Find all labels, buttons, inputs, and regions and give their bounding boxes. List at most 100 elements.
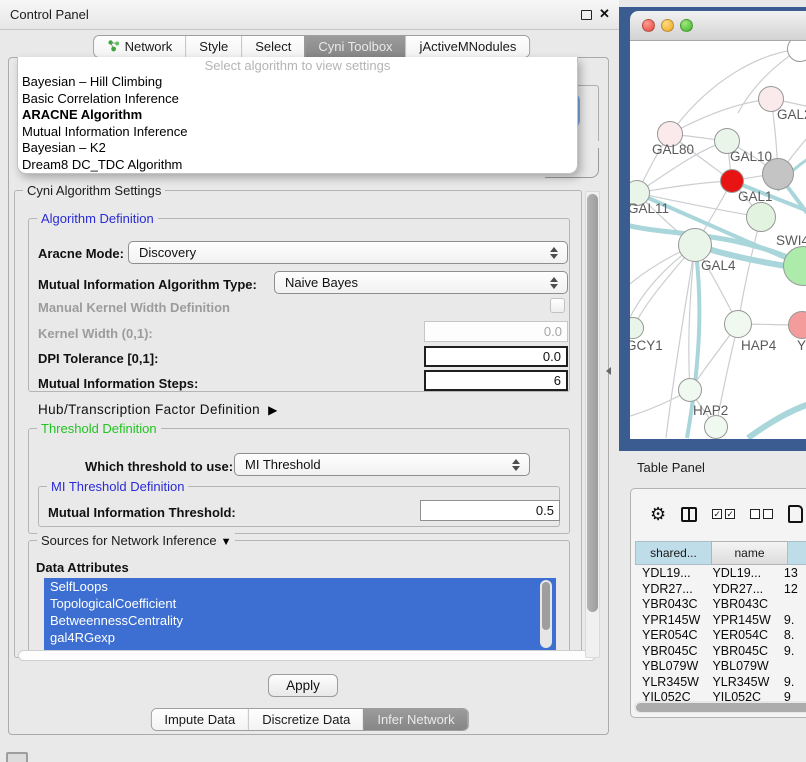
scrollbar-thumb[interactable]: [587, 194, 598, 612]
tab-network[interactable]: Network: [94, 36, 186, 57]
group-title: Algorithm Definition: [37, 211, 158, 226]
table-row[interactable]: YBL079WYBL079W: [635, 659, 806, 675]
sources-legend[interactable]: Sources for Network Inference▼: [37, 533, 235, 548]
node-label: GCY1: [630, 338, 663, 353]
settings-horizontal-scrollbar[interactable]: [18, 650, 596, 661]
network-node-hap2[interactable]: [678, 378, 702, 402]
data-attributes-label: Data Attributes: [36, 560, 129, 575]
column-header[interactable]: A: [787, 541, 806, 565]
table-cell: YBR045C: [705, 644, 775, 660]
network-node-hap4[interactable]: [724, 310, 752, 338]
new-table-icon[interactable]: [788, 505, 803, 523]
node-label: GAL80: [652, 142, 694, 157]
algorithm-option[interactable]: Bayesian – Hill Climbing: [18, 74, 577, 91]
spinner-arrows-icon: [512, 458, 520, 472]
attribute-item[interactable]: BetweennessCentrality: [44, 612, 556, 629]
scrollbar-thumb[interactable]: [636, 703, 806, 712]
which-threshold-label: Which threshold to use:: [85, 459, 233, 474]
table-panel: ⚙ ✓✓ shared...nameA YDL19...YDL19...13YD…: [630, 488, 806, 718]
network-node[interactable]: [762, 158, 794, 190]
table-row[interactable]: YDR27...YDR27...12: [635, 582, 806, 598]
table-cell: 9.: [776, 644, 806, 660]
bottom-left-partial-icon[interactable]: [6, 752, 28, 762]
table-cell: YBR043C: [705, 597, 775, 613]
settings-vertical-scrollbar[interactable]: [585, 191, 600, 658]
unchecked-box-icon: [763, 509, 773, 519]
table-cell: YBL079W: [635, 659, 705, 675]
aracne-mode-combo[interactable]: Discovery: [128, 241, 568, 264]
collapse-arrow-icon: ▼: [221, 536, 232, 548]
column-header[interactable]: name: [711, 541, 788, 565]
tab-cyni-toolbox[interactable]: Cyni Toolbox: [304, 36, 405, 57]
group-title: Threshold Definition: [37, 421, 161, 436]
gear-icon[interactable]: ⚙: [650, 505, 666, 523]
bottom-tab-strip: Impute Data Discretize Data Infer Networ…: [150, 708, 468, 731]
algorithm-option[interactable]: Basic Correlation Inference: [18, 91, 577, 108]
apply-button[interactable]: Apply: [268, 674, 338, 697]
algorithm-option[interactable]: Dream8 DC_TDC Algorithm: [18, 157, 577, 174]
algorithm-option[interactable]: Bayesian – K2: [18, 140, 577, 157]
table-cell: YPR145W: [705, 613, 775, 629]
tab-impute-data[interactable]: Impute Data: [151, 709, 248, 730]
tab-label: Select: [255, 39, 291, 54]
table-row[interactable]: YBR045CYBR045C9.: [635, 644, 806, 660]
table-row[interactable]: YDL19...YDL19...13: [635, 566, 806, 582]
spinner-arrows-icon: [550, 276, 558, 290]
close-icon[interactable]: ✕: [599, 6, 610, 22]
combo-value: Discovery: [139, 245, 196, 260]
network-node-gal4[interactable]: [678, 228, 712, 262]
table-cell: YER054C: [705, 628, 775, 644]
tab-style[interactable]: Style: [185, 36, 241, 57]
algorithm-placeholder: Select algorithm to view settings: [18, 58, 577, 74]
checked-box-icon: ✓: [725, 509, 735, 519]
node-label: GAL2: [777, 107, 806, 122]
network-node-swi4[interactable]: [746, 202, 776, 232]
attribute-item[interactable]: SelfLoops: [44, 578, 556, 595]
network-canvas[interactable]: GAL2GAL80GAL10GAL1GAL11SWI4GAL4GCY1HAP4Y…: [630, 41, 806, 439]
kernel-width-label: Kernel Width (0,1):: [38, 326, 153, 341]
top-tab-strip: Network Style Select Cyni Toolbox jActiv…: [93, 35, 531, 58]
column-header[interactable]: shared...: [635, 541, 712, 565]
tab-select[interactable]: Select: [241, 36, 304, 57]
dpi-tolerance-field[interactable]: 0.0: [424, 346, 568, 367]
tab-label: jActiveMNodules: [420, 39, 517, 54]
node-label: GAL1: [738, 189, 773, 204]
table-rows: YDL19...YDL19...13YDR27...YDR27...12YBR0…: [635, 566, 806, 706]
select-all-checks-icon[interactable]: ✓✓: [712, 509, 735, 519]
right-region: GAL2GAL80GAL10GAL1GAL11SWI4GAL4GCY1HAP4Y…: [619, 0, 806, 762]
mi-threshold-label: Mutual Information Threshold:: [48, 505, 236, 520]
float-window-icon[interactable]: [581, 10, 592, 20]
deselect-all-checks-icon[interactable]: [750, 509, 773, 519]
network-window-titlebar[interactable]: [630, 11, 806, 41]
algorithm-option[interactable]: Mutual Information Inference: [18, 124, 577, 141]
table-cell: YBR043C: [635, 597, 705, 613]
attribute-item[interactable]: gal4RGexp: [44, 629, 556, 646]
attributes-scrollbar[interactable]: [540, 580, 552, 648]
table-horizontal-scrollbar[interactable]: [634, 701, 806, 713]
table-row[interactable]: YLR345WYLR345W9.: [635, 675, 806, 691]
algorithm-option[interactable]: ARACNE Algorithm: [18, 107, 577, 124]
tab-infer-network[interactable]: Infer Network: [363, 709, 467, 730]
split-columns-icon[interactable]: [681, 507, 697, 522]
manual-kernel-checkbox[interactable]: [550, 298, 565, 313]
table-row[interactable]: YPR145WYPR145W9.: [635, 613, 806, 629]
mi-type-combo[interactable]: Naive Bayes: [274, 271, 568, 294]
table-cell: YBL079W: [705, 659, 775, 675]
close-traffic-light[interactable]: [642, 19, 655, 32]
mi-steps-field[interactable]: 6: [424, 370, 568, 391]
zoom-traffic-light[interactable]: [680, 19, 693, 32]
attribute-item[interactable]: TopologicalCoefficient: [44, 595, 556, 612]
tab-discretize-data[interactable]: Discretize Data: [248, 709, 363, 730]
panel-splitter-arrow[interactable]: [606, 367, 611, 375]
which-threshold-combo[interactable]: MI Threshold: [234, 453, 530, 476]
table-row[interactable]: YBR043CYBR043C: [635, 597, 806, 613]
scrollbar-thumb[interactable]: [542, 582, 550, 630]
mi-threshold-field[interactable]: 0.5: [420, 500, 560, 521]
tab-jactivemnodules[interactable]: jActiveMNodules: [406, 36, 530, 57]
table-row[interactable]: YER054CYER054C8.: [635, 628, 806, 644]
kernel-width-field[interactable]: 0.0: [424, 321, 568, 342]
hub-definition-expander[interactable]: Hub/Transcription Factor Definition▶: [38, 402, 278, 417]
minimize-traffic-light[interactable]: [661, 19, 674, 32]
algorithm-dropdown-popup: Select algorithm to view settings Bayesi…: [17, 57, 578, 174]
network-node[interactable]: [704, 415, 728, 439]
